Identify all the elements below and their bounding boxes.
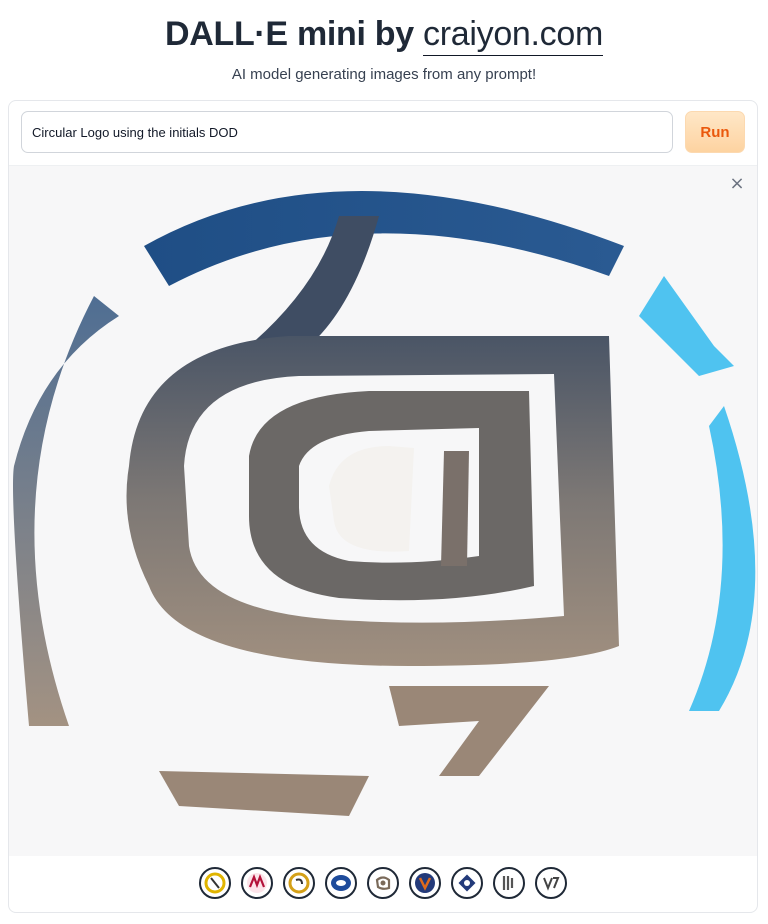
thumbnail-7[interactable] [451, 867, 483, 899]
generator-card: Run × [8, 100, 758, 913]
thumbnail-9[interactable] [535, 867, 567, 899]
page-subtitle: AI model generating images from any prom… [231, 66, 537, 83]
thumbnail-strip [9, 867, 757, 903]
thumbnail-8[interactable] [493, 867, 525, 899]
image-gallery: × [9, 165, 757, 856]
generated-image[interactable] [9, 166, 757, 856]
page-title: DALL·E mini by craiyon.com [0, 12, 768, 56]
thumbnail-2[interactable] [241, 867, 273, 899]
thumbnail-1[interactable] [199, 867, 231, 899]
close-icon[interactable]: × [727, 174, 747, 194]
title-text: DALL·E mini by [164, 15, 424, 53]
thumbnail-5[interactable] [367, 867, 399, 899]
page-header: DALL·E mini by craiyon.com AI model gene… [0, 0, 768, 83]
run-button[interactable]: Run [685, 111, 745, 153]
thumbnail-6[interactable] [409, 867, 441, 899]
prompt-input[interactable] [21, 111, 673, 153]
thumbnail-4[interactable] [325, 867, 357, 899]
glyph-stem [441, 451, 469, 566]
prompt-row: Run [21, 111, 745, 155]
thumbnail-3[interactable] [283, 867, 315, 899]
craiyon-link[interactable]: craiyon.com [423, 15, 603, 56]
